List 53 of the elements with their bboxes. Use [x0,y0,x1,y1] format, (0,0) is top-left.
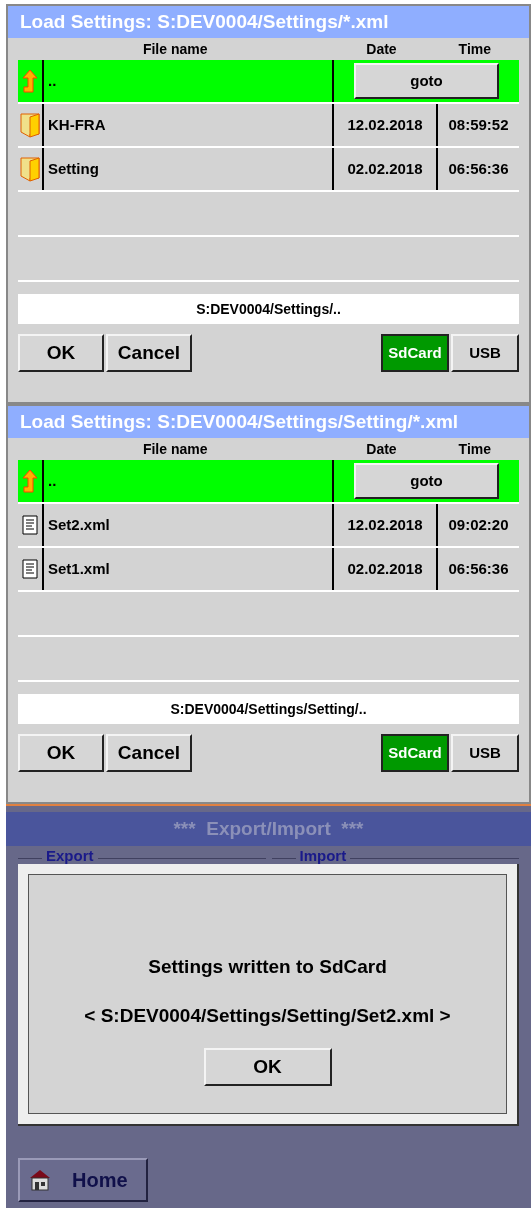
column-header: File name [141,40,209,59]
path-field: S:DEV0004/Settings/Setting/.. [18,694,519,724]
group-label: Export [42,848,98,863]
column-header: Time [457,40,492,59]
file-time: 09:02:20 [448,514,509,535]
file-row[interactable]: .. goto [18,60,519,104]
file-row[interactable]: KH-FRA 12.02.2018 08:59:52 [18,104,519,148]
house-icon [28,1168,52,1192]
storage-toggle[interactable]: SdCard [381,334,449,372]
storage-toggle[interactable]: SdCard [381,734,449,772]
ok-button[interactable]: OK [18,734,104,772]
saved-path: < S:DEV0004/Settings/Setting/Set2.xml > [84,1003,451,1028]
cancel-button[interactable]: Cancel [106,734,192,772]
column-header: Date [365,440,398,459]
document-icon [22,515,38,535]
document-icon [22,559,38,579]
cancel-button[interactable]: Cancel [106,334,192,372]
file-row[interactable]: Set2.xml 12.02.2018 09:02:20 [18,504,519,548]
file-name: Set2.xml [48,514,110,535]
file-date: 12.02.2018 [347,114,423,135]
message-text: Settings written to SdCard [148,955,387,979]
file-time: 06:56:36 [448,158,509,179]
file-row[interactable]: Set1.xml 02.02.2018 06:56:36 [18,548,519,592]
ok-button[interactable]: OK [18,334,104,372]
file-date: 02.02.2018 [347,158,423,179]
file-row[interactable]: Setting 02.02.2018 06:56:36 [18,148,519,192]
file-date: 02.02.2018 [347,558,423,579]
storage-toggle[interactable]: USB [451,334,519,372]
goto-button[interactable]: goto [354,463,499,499]
dialog-title: Load Settings: S:DEV0004/Settings/Setting/*.xml [8,406,529,438]
column-header: Date [365,40,398,59]
column-header: Time [457,440,492,459]
path-field: S:DEV0004/Settings/.. [18,294,519,324]
up-arrow-icon [22,69,38,93]
file-name: KH-FRA [48,114,106,135]
file-time: 08:59:52 [448,114,509,135]
file-name: Setting [48,158,99,179]
file-name: .. [48,70,57,91]
up-arrow-icon [22,469,38,493]
file-date: 12.02.2018 [347,514,423,535]
file-time: 06:56:36 [448,558,509,579]
file-name: Set1.xml [48,558,110,579]
folder-icon [20,112,40,138]
screen-title: *** Export/Import *** [6,812,531,846]
ok-button[interactable]: OK [203,1048,332,1086]
group-label: Import [295,848,351,863]
dialog-title: Load Settings: S:DEV0004/Settings/*.xml [8,6,529,38]
folder-icon [20,156,40,182]
storage-toggle[interactable]: USB [451,734,519,772]
file-row[interactable]: .. goto [18,460,519,504]
file-name: .. [48,470,57,491]
column-header: File name [141,440,209,459]
goto-button[interactable]: goto [354,63,499,99]
